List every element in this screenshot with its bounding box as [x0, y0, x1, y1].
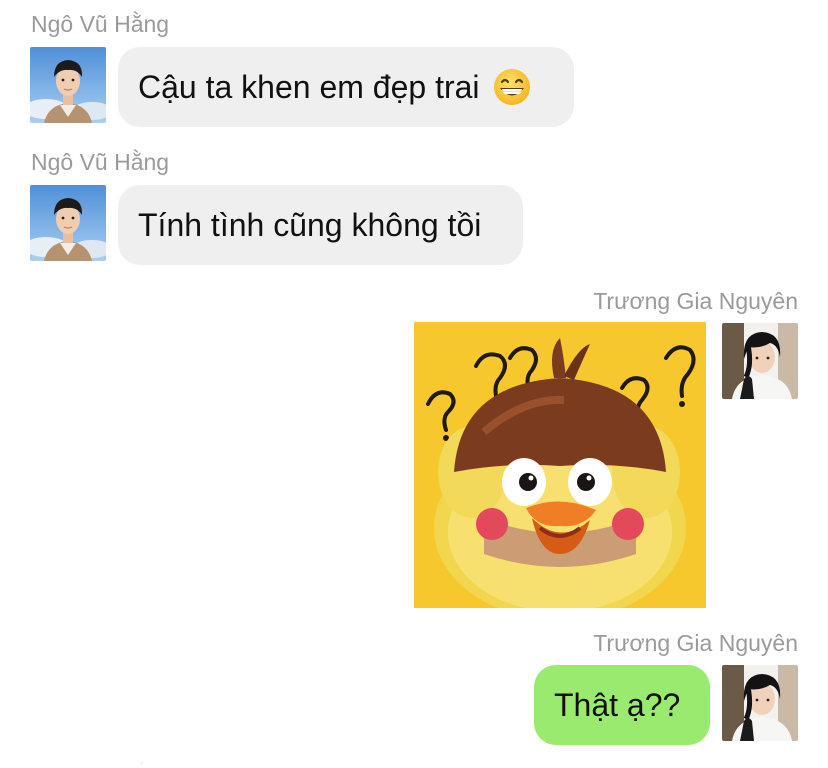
- confused-chick-sticker[interactable]: [414, 322, 706, 608]
- avatar[interactable]: [30, 47, 106, 123]
- message-bubble[interactable]: Thật ạ??: [534, 665, 710, 745]
- avatar-image: [722, 323, 798, 399]
- sender-name: Ngô Vũ Hằng: [31, 11, 170, 37]
- sender-name: Trương Gia Nguyên: [593, 288, 798, 314]
- grinning-face-icon: [492, 67, 532, 107]
- avatar[interactable]: [30, 185, 106, 261]
- avatar-image: [30, 47, 106, 123]
- avatar[interactable]: [722, 665, 798, 741]
- message-bubble[interactable]: Cậu ta khen em đẹp trai: [118, 47, 574, 127]
- message-text: Tính tình cũng không tồi: [138, 206, 482, 243]
- sender-name: Trương Gia Nguyên: [593, 630, 798, 656]
- avatar-image: [722, 665, 798, 741]
- avatar[interactable]: [722, 323, 798, 399]
- message-bubble[interactable]: Tính tình cũng không tồi: [118, 185, 523, 265]
- avatar-image: [30, 185, 106, 261]
- partial-divider: ˋ: [140, 762, 144, 768]
- chat-conversation: Ngô Vũ Hằng Cậu ta khen em đẹp trai Ngô …: [0, 0, 828, 768]
- sender-name: Ngô Vũ Hằng: [31, 149, 170, 175]
- message-text: Thật ạ??: [554, 686, 681, 723]
- message-text: Cậu ta khen em đẹp trai: [138, 68, 480, 105]
- sticker-image: [414, 322, 706, 608]
